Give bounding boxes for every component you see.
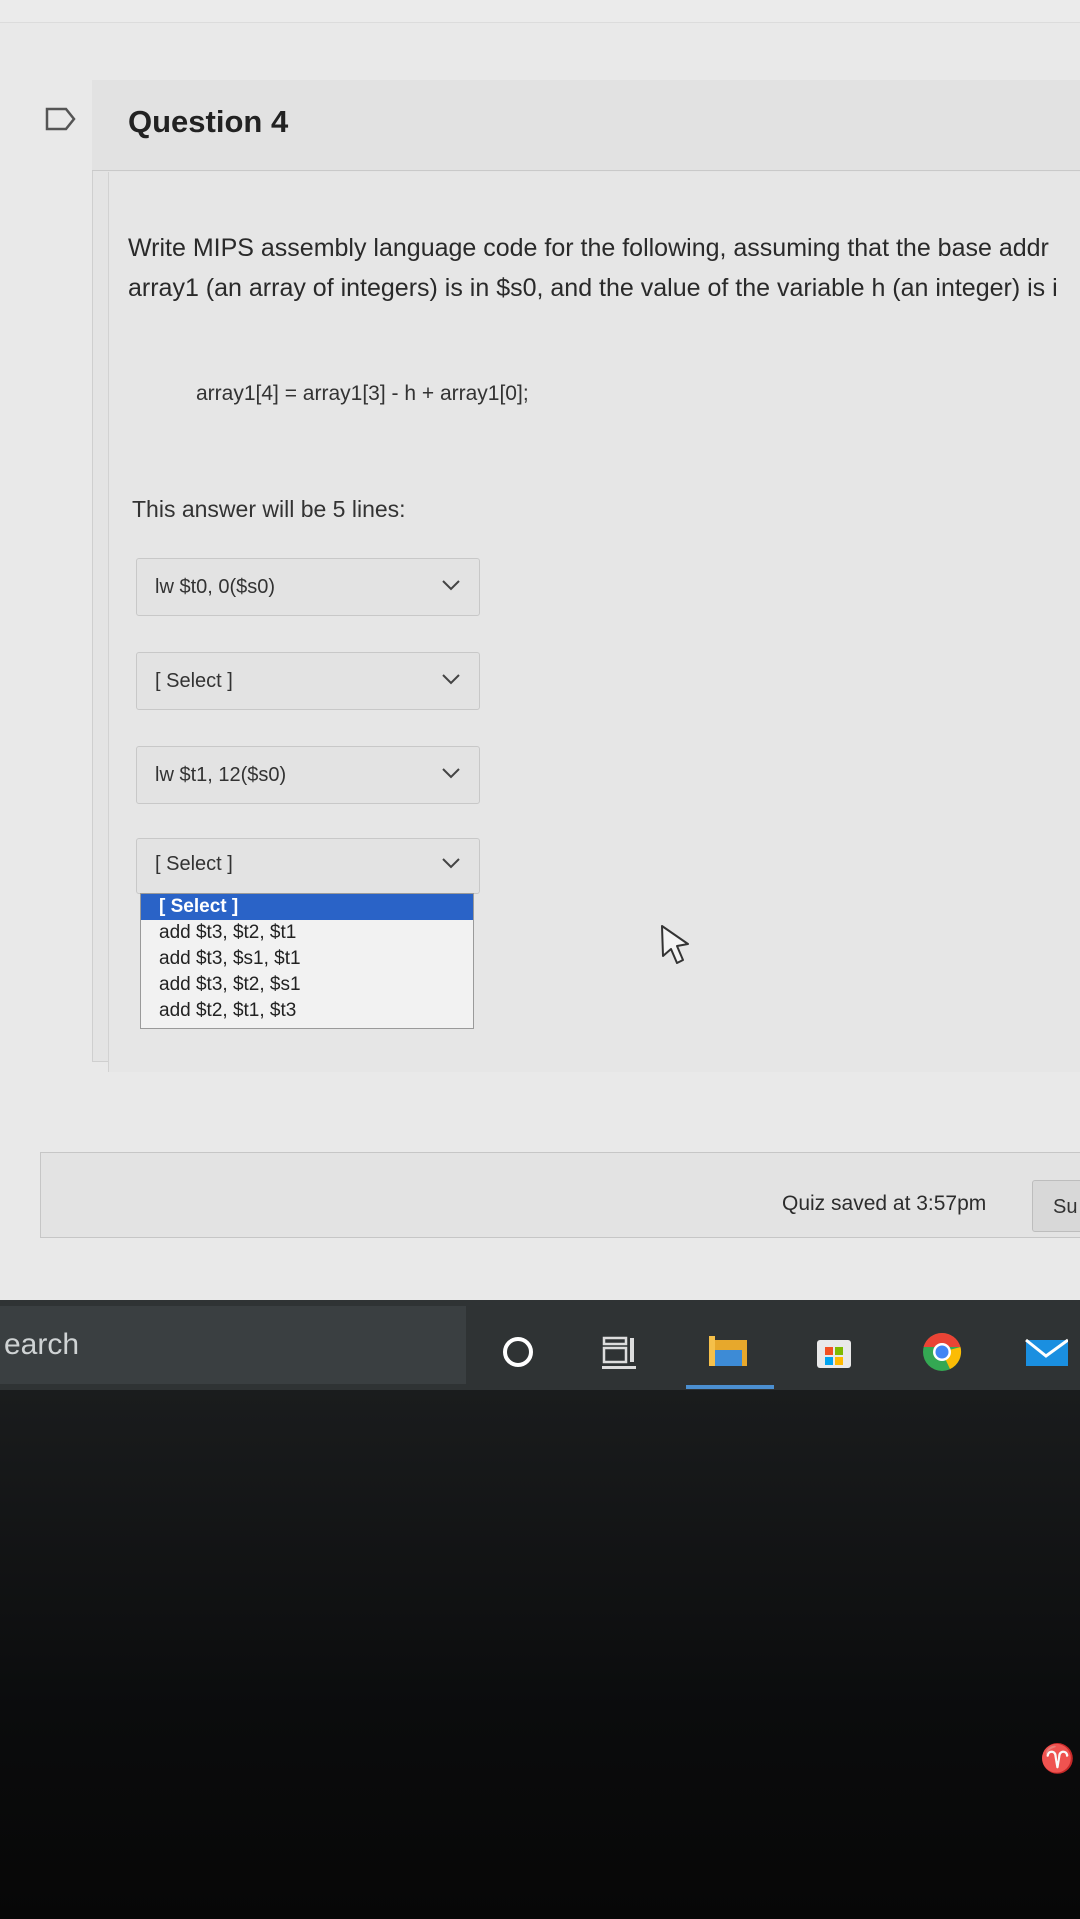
answer-select-1[interactable]: lw $t0, 0($s0) [136,558,480,616]
select-value: lw $t0, 0($s0) [155,576,276,598]
taskbar-search-text: earch [4,1328,80,1361]
dropdown-options-list: [ Select ] add $t3, $t2, $t1 add $t3, $s… [140,893,474,1029]
answer-hint: This answer will be 5 lines: [132,496,406,522]
monitor-bezel-area [0,1390,1080,1919]
mail-icon[interactable] [1024,1330,1068,1374]
file-explorer-icon[interactable] [706,1330,750,1374]
microsoft-store-icon[interactable] [812,1330,856,1374]
dropdown-option[interactable]: add $t3, $t2, $t1 [141,920,473,946]
chrome-icon[interactable] [920,1330,964,1374]
prompt-line-1: Write MIPS assembly language code for th… [128,234,1049,262]
dropdown-option[interactable]: add $t3, $t2, $s1 [141,972,473,998]
question-prompt: Write MIPS assembly language code for th… [128,228,1080,308]
select-value: lw $t1, 12($s0) [155,764,287,786]
select-value: [ Select ] [155,670,233,692]
mouse-pointer-icon [661,925,689,964]
dropdown-option[interactable]: add $t3, $s1, $t1 [141,946,473,972]
cortana-circle-icon[interactable] [496,1330,540,1374]
question-title: Question 4 [128,104,289,139]
task-view-icon[interactable] [598,1330,642,1374]
dropdown-option[interactable]: add $t2, $t1, $t3 [141,998,473,1024]
browser-viewport: Question 4 Write MIPS assembly language … [0,0,1080,1300]
chevron-down-icon [442,858,460,869]
top-border [0,0,1080,23]
answer-select-3[interactable]: lw $t1, 12($s0) [136,746,480,804]
select-value: [ Select ] [155,853,233,875]
chevron-down-icon [442,674,460,685]
flag-question-icon[interactable] [44,106,78,132]
chevron-down-icon [442,580,460,591]
prompt-line-2: array1 (an array of integers) is in $s0,… [128,274,1058,302]
dropdown-option[interactable]: [ Select ] [141,894,473,920]
code-statement: array1[4] = array1[3] - h + array1[0]; [196,382,529,405]
answer-select-4[interactable]: [ Select ] [136,838,480,894]
bezel-symbol: ♈ [1040,1743,1075,1774]
submit-quiz-button[interactable]: Su [1032,1180,1080,1232]
active-app-indicator [686,1385,774,1389]
chevron-down-icon [442,768,460,779]
answer-select-2[interactable]: [ Select ] [136,652,480,710]
quiz-saved-status: Quiz saved at 3:57pm [782,1192,987,1215]
